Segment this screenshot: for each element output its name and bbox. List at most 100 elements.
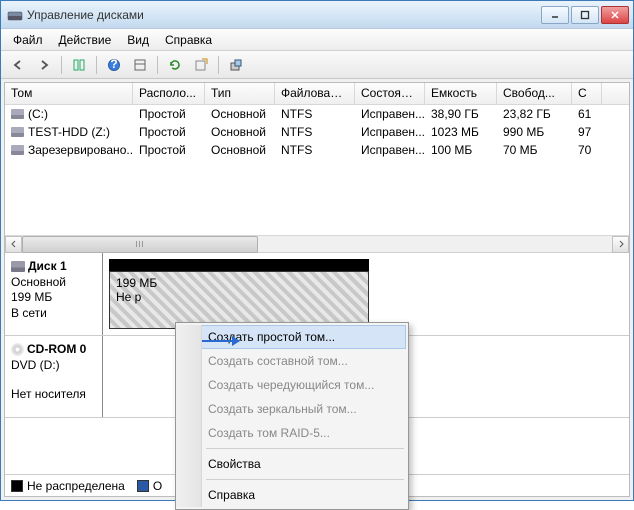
- ctx-create-spanned-volume: Создать составной том...: [178, 349, 406, 373]
- ctx-create-mirrored-volume: Создать зеркальный том...: [178, 397, 406, 421]
- col-volume[interactable]: Том: [5, 83, 133, 104]
- disk-type: DVD (D:): [11, 358, 96, 374]
- volume-row[interactable]: (C:) Простой Основной NTFS Исправен... 3…: [5, 105, 629, 123]
- drive-icon: [11, 145, 24, 155]
- context-menu: Создать простой том... Создать составной…: [175, 322, 409, 510]
- minimize-button[interactable]: [541, 6, 569, 24]
- context-menu-gutter: [176, 325, 202, 507]
- disk-info: CD-ROM 0 DVD (D:) Нет носителя: [5, 336, 103, 417]
- volume-name: (C:): [5, 106, 133, 122]
- col-pct[interactable]: С: [572, 83, 602, 104]
- app-icon: [7, 7, 23, 23]
- volume-free: 23,82 ГБ: [497, 106, 572, 122]
- settings-button[interactable]: [225, 54, 247, 76]
- col-type[interactable]: Тип: [205, 83, 275, 104]
- volume-free: 70 МБ: [497, 142, 572, 158]
- swatch-primary: [137, 480, 149, 492]
- toolbar-separator: [61, 56, 62, 74]
- volume-type: Основной: [205, 124, 275, 140]
- volume-fs: NTFS: [275, 106, 355, 122]
- partition-header: [109, 259, 369, 271]
- volume-capacity: 38,90 ГБ: [425, 106, 497, 122]
- col-fs[interactable]: Файловая с...: [275, 83, 355, 104]
- volume-type: Основной: [205, 142, 275, 158]
- menu-action[interactable]: Действие: [51, 31, 120, 49]
- ctx-help[interactable]: Справка: [178, 483, 406, 507]
- volume-list-panel: Том Располо... Тип Файловая с... Состоян…: [5, 83, 629, 253]
- scroll-left-button[interactable]: [5, 236, 22, 253]
- legend-unallocated: Не распределена: [11, 479, 125, 493]
- rescan-button[interactable]: [190, 54, 212, 76]
- legend-primary: О: [137, 479, 162, 493]
- unallocated-partition[interactable]: 199 МБ Не р: [109, 271, 369, 329]
- volume-pct: 70: [572, 142, 602, 158]
- menu-view[interactable]: Вид: [119, 31, 157, 49]
- disk-icon: [11, 261, 25, 272]
- svg-text:?: ?: [110, 58, 117, 71]
- col-capacity[interactable]: Емкость: [425, 83, 497, 104]
- toolbar-separator: [157, 56, 158, 74]
- swatch-unallocated: [11, 480, 23, 492]
- volume-layout: Простой: [133, 124, 205, 140]
- cdrom-icon: [11, 343, 24, 356]
- titlebar[interactable]: Управление дисками: [1, 1, 633, 29]
- col-status[interactable]: Состояние: [355, 83, 425, 104]
- disk-status: Нет носителя: [11, 387, 96, 403]
- menu-file[interactable]: Файл: [5, 31, 51, 49]
- scroll-thumb[interactable]: [22, 236, 258, 253]
- refresh-button[interactable]: [164, 54, 186, 76]
- ctx-properties[interactable]: Свойства: [178, 452, 406, 476]
- volume-capacity: 100 МБ: [425, 142, 497, 158]
- window-title: Управление дисками: [27, 8, 541, 22]
- volume-fs: NTFS: [275, 142, 355, 158]
- volume-status: Исправен...: [355, 124, 425, 140]
- window-controls: [541, 6, 629, 24]
- context-menu-separator: [206, 479, 404, 480]
- volume-fs: NTFS: [275, 124, 355, 140]
- menu-help[interactable]: Справка: [157, 31, 220, 49]
- volume-row[interactable]: Зарезервировано... Простой Основной NTFS…: [5, 141, 629, 159]
- volume-name: TEST-HDD (Z:): [5, 124, 133, 140]
- maximize-button[interactable]: [571, 6, 599, 24]
- col-layout[interactable]: Располо...: [133, 83, 205, 104]
- volume-free: 990 МБ: [497, 124, 572, 140]
- disk-title: Диск 1: [28, 259, 67, 275]
- volume-pct: 61: [572, 106, 602, 122]
- volume-pct: 97: [572, 124, 602, 140]
- menubar: Файл Действие Вид Справка: [1, 29, 633, 51]
- col-free[interactable]: Свобод...: [497, 83, 572, 104]
- volume-name: Зарезервировано...: [5, 142, 133, 158]
- partition-size: 199 МБ: [116, 276, 362, 290]
- disk-status: В сети: [11, 306, 96, 322]
- volume-layout: Простой: [133, 106, 205, 122]
- disk-info: Диск 1 Основной 199 МБ В сети: [5, 253, 103, 335]
- show-hide-console-button[interactable]: [68, 54, 90, 76]
- drive-icon: [11, 109, 24, 119]
- forward-button[interactable]: [33, 54, 55, 76]
- toolbar-separator: [96, 56, 97, 74]
- scroll-track[interactable]: [22, 236, 612, 253]
- volume-row[interactable]: TEST-HDD (Z:) Простой Основной NTFS Испр…: [5, 123, 629, 141]
- volume-status: Исправен...: [355, 106, 425, 122]
- context-menu-separator: [206, 448, 404, 449]
- partition-status: Не р: [116, 290, 362, 304]
- volume-status: Исправен...: [355, 142, 425, 158]
- volume-capacity: 1023 МБ: [425, 124, 497, 140]
- close-button[interactable]: [601, 6, 629, 24]
- volume-list-body: (C:) Простой Основной NTFS Исправен... 3…: [5, 105, 629, 235]
- volume-list-header: Том Располо... Тип Файловая с... Состоян…: [5, 83, 629, 105]
- ctx-create-simple-volume[interactable]: Создать простой том...: [178, 325, 406, 349]
- toolbar-separator: [218, 56, 219, 74]
- disk-size: 199 МБ: [11, 290, 96, 306]
- view-top-button[interactable]: [129, 54, 151, 76]
- ctx-create-striped-volume: Создать чередующийся том...: [178, 373, 406, 397]
- ctx-create-raid5-volume: Создать том RAID-5...: [178, 421, 406, 445]
- horizontal-scrollbar[interactable]: [5, 235, 629, 252]
- drive-icon: [11, 127, 24, 137]
- back-button[interactable]: [7, 54, 29, 76]
- disk-type: Основной: [11, 275, 96, 291]
- toolbar: ?: [1, 51, 633, 79]
- volume-type: Основной: [205, 106, 275, 122]
- scroll-right-button[interactable]: [612, 236, 629, 253]
- help-button[interactable]: ?: [103, 54, 125, 76]
